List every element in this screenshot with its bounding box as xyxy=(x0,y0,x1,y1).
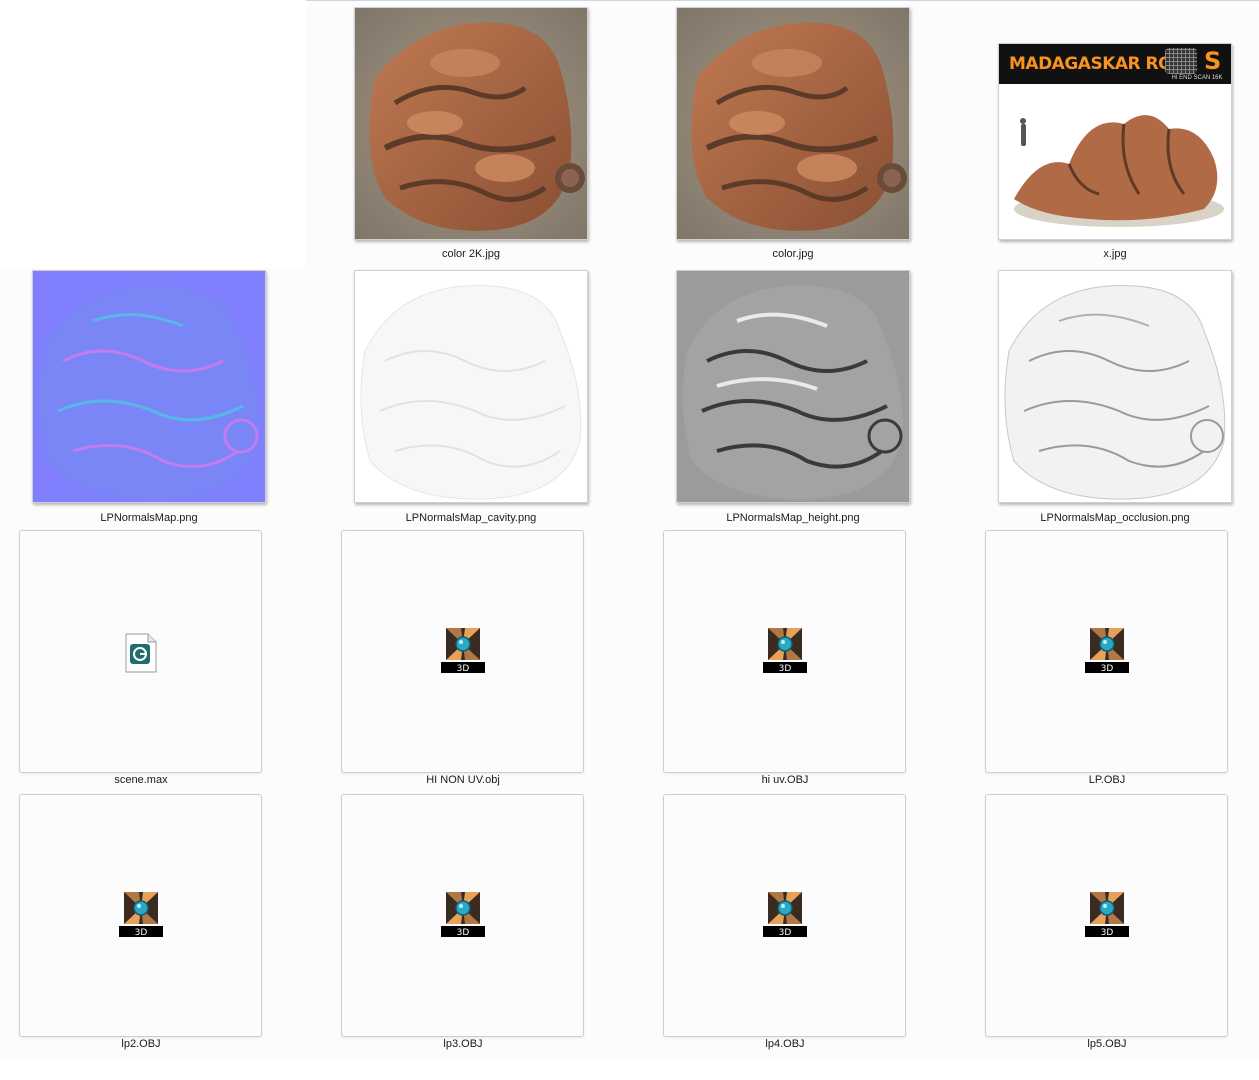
file-name: LPNormalsMap_occlusion.png xyxy=(1040,512,1190,524)
3d-badge: 3D xyxy=(779,664,792,674)
file-thumbnail-occlusion[interactable] xyxy=(998,270,1232,503)
banner-tag: HI END SCAN 16K xyxy=(1171,75,1223,81)
file-tile-lp5[interactable]: 3D xyxy=(985,794,1228,1037)
3d-badge: 3D xyxy=(457,928,470,938)
3d-badge: 3D xyxy=(1101,664,1114,674)
3d-object-icon: 3D xyxy=(763,628,807,674)
file-thumbnail-x[interactable]: MADAGASKAR ROCK S HI END SCAN 16K xyxy=(998,43,1232,240)
3d-badge: 3D xyxy=(1101,928,1114,938)
normal-map-image xyxy=(33,271,265,502)
file-tile-lp4[interactable]: 3D xyxy=(663,794,906,1037)
rock-preview-image xyxy=(1014,115,1224,227)
file-name: HI NON UV.obj xyxy=(426,774,500,786)
occlusion-map-image xyxy=(1004,285,1226,500)
file-name: color 2K.jpg xyxy=(441,248,501,260)
file-tile-hi-uv[interactable]: 3D xyxy=(663,530,906,773)
3d-object-icon: 3D xyxy=(119,892,163,938)
file-tile-hi-non-uv[interactable]: 3D xyxy=(341,530,584,773)
file-name: lp2.OBJ xyxy=(121,1038,161,1050)
3ds-max-file-icon xyxy=(125,633,157,673)
file-name: lp3.OBJ xyxy=(443,1038,483,1050)
divider xyxy=(306,0,1259,1)
file-name: color.jpg xyxy=(772,248,814,260)
file-name: LPNormalsMap.png xyxy=(100,512,198,524)
height-map-image xyxy=(677,271,909,502)
3d-badge: 3D xyxy=(779,928,792,938)
3d-object-icon: 3D xyxy=(1085,892,1129,938)
grid-icon xyxy=(1165,48,1197,74)
file-tile-lp2[interactable]: 3D xyxy=(19,794,262,1037)
3d-object-icon: 3D xyxy=(441,892,485,938)
file-name: LPNormalsMap_height.png xyxy=(726,512,860,524)
file-name: lp4.OBJ xyxy=(765,1038,805,1050)
3d-badge: 3D xyxy=(135,928,148,938)
3d-object-icon: 3D xyxy=(441,628,485,674)
banner-badge: S xyxy=(1204,47,1222,75)
file-name: LPNormalsMap_cavity.png xyxy=(405,512,537,524)
cavity-map-image xyxy=(360,285,582,500)
file-thumbnail-color[interactable] xyxy=(676,7,910,240)
rock-color-image xyxy=(677,8,909,239)
file-thumbnail-normals[interactable] xyxy=(32,270,266,503)
file-thumbnail-height[interactable] xyxy=(676,270,910,503)
rock-color-image xyxy=(355,8,587,239)
file-name: LP.OBJ xyxy=(1088,774,1126,786)
file-name: scene.max xyxy=(114,774,168,786)
file-tile-lp3[interactable]: 3D xyxy=(341,794,584,1037)
file-tile-lp[interactable]: 3D xyxy=(985,530,1228,773)
file-name: hi uv.OBJ xyxy=(761,774,809,786)
file-name: lp5.OBJ xyxy=(1087,1038,1127,1050)
file-name: x.jpg xyxy=(1103,248,1127,260)
preview-banner: MADAGASKAR ROCK S HI END SCAN 16K xyxy=(999,44,1231,84)
3d-badge: 3D xyxy=(457,664,470,674)
3d-object-icon: 3D xyxy=(763,892,807,938)
file-thumbnail-cavity[interactable] xyxy=(354,270,588,503)
file-thumbnail-color-2k[interactable] xyxy=(354,7,588,240)
file-tile-scene-max[interactable] xyxy=(19,530,262,773)
3d-object-icon: 3D xyxy=(1085,628,1129,674)
